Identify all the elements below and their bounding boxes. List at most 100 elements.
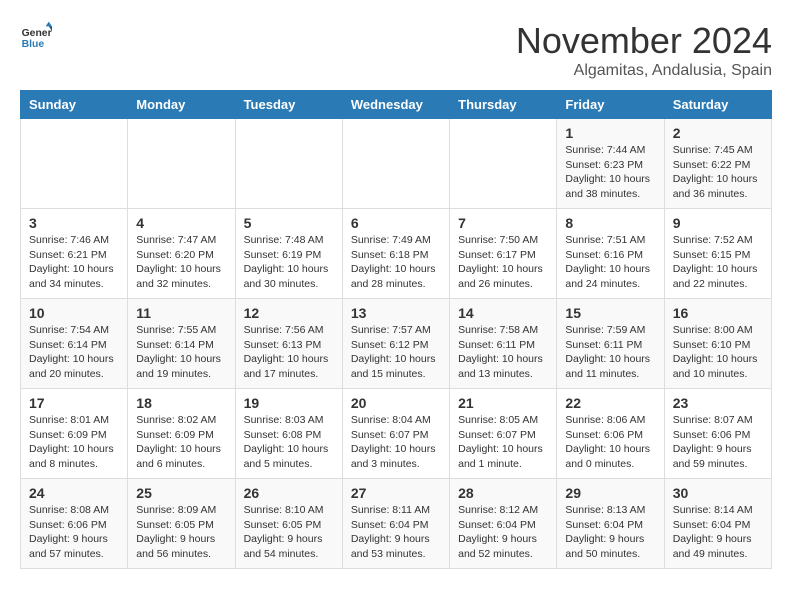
day-number: 19 (244, 395, 334, 411)
day-info: Sunrise: 7:52 AM Sunset: 6:15 PM Dayligh… (673, 233, 763, 292)
week-row-2: 3 Sunrise: 7:46 AM Sunset: 6:21 PM Daylig… (21, 209, 772, 299)
day-number: 14 (458, 305, 548, 321)
day-info: Sunrise: 7:48 AM Sunset: 6:19 PM Dayligh… (244, 233, 334, 292)
day-cell: 1 Sunrise: 7:44 AM Sunset: 6:23 PM Daylig… (557, 119, 664, 209)
day-info: Sunrise: 7:51 AM Sunset: 6:16 PM Dayligh… (565, 233, 655, 292)
day-number: 3 (29, 215, 119, 231)
header-sunday: Sunday (21, 91, 128, 119)
day-number: 21 (458, 395, 548, 411)
day-number: 26 (244, 485, 334, 501)
day-cell: 18Sunrise: 8:02 AM Sunset: 6:09 PM Dayli… (128, 389, 235, 479)
day-number: 17 (29, 395, 119, 411)
page-header: General Blue November 2024 Algamitas, An… (20, 20, 772, 80)
logo: General Blue (20, 20, 52, 52)
day-cell: 29 Sunrise: 8:13 AM Sunset: 6:04 PM Dayli… (557, 479, 664, 569)
day-number: 30 (673, 485, 763, 501)
day-cell (342, 119, 449, 209)
day-number: 9 (673, 215, 763, 231)
header-monday: Monday (128, 91, 235, 119)
header-saturday: Saturday (664, 91, 771, 119)
title-block: November 2024 Algamitas, Andalusia, Spai… (516, 20, 772, 80)
day-info: Sunrise: 7:54 AM Sunset: 6:14 PM Dayligh… (29, 323, 119, 382)
svg-text:General: General (22, 28, 52, 39)
day-cell: 14Sunrise: 7:58 AM Sunset: 6:11 PM Dayli… (450, 299, 557, 389)
day-number: 6 (351, 215, 441, 231)
day-number: 20 (351, 395, 441, 411)
day-info: Sunrise: 7:46 AM Sunset: 6:21 PM Dayligh… (29, 233, 119, 292)
day-cell: 22Sunrise: 8:06 AM Sunset: 6:06 PM Dayli… (557, 389, 664, 479)
day-cell: 8 Sunrise: 7:51 AM Sunset: 6:16 PM Daylig… (557, 209, 664, 299)
day-info: Sunrise: 8:00 AM Sunset: 6:10 PM Dayligh… (673, 323, 763, 382)
day-info: Sunrise: 7:49 AM Sunset: 6:18 PM Dayligh… (351, 233, 441, 292)
day-number: 25 (136, 485, 226, 501)
day-cell: 26 Sunrise: 8:10 AM Sunset: 6:05 PM Dayli… (235, 479, 342, 569)
day-cell: 11Sunrise: 7:55 AM Sunset: 6:14 PM Dayli… (128, 299, 235, 389)
day-cell: 19 Sunrise: 8:03 AM Sunset: 6:08 PM Dayli… (235, 389, 342, 479)
day-number: 7 (458, 215, 548, 231)
day-info: Sunrise: 8:05 AM Sunset: 6:07 PM Dayligh… (458, 413, 548, 472)
day-info: Sunrise: 7:50 AM Sunset: 6:17 PM Dayligh… (458, 233, 548, 292)
day-cell: 23Sunrise: 8:07 AM Sunset: 6:06 PM Dayli… (664, 389, 771, 479)
day-cell (128, 119, 235, 209)
day-info: Sunrise: 8:11 AM Sunset: 6:04 PM Dayligh… (351, 503, 441, 562)
day-info: Sunrise: 7:47 AM Sunset: 6:20 PM Dayligh… (136, 233, 226, 292)
day-info: Sunrise: 7:45 AM Sunset: 6:22 PM Dayligh… (673, 143, 763, 202)
day-cell: 3 Sunrise: 7:46 AM Sunset: 6:21 PM Daylig… (21, 209, 128, 299)
day-cell: 21 Sunrise: 8:05 AM Sunset: 6:07 PM Dayli… (450, 389, 557, 479)
day-info: Sunrise: 8:09 AM Sunset: 6:05 PM Dayligh… (136, 503, 226, 562)
day-cell: 4Sunrise: 7:47 AM Sunset: 6:20 PM Daylig… (128, 209, 235, 299)
day-cell: 16Sunrise: 8:00 AM Sunset: 6:10 PM Dayli… (664, 299, 771, 389)
month-title: November 2024 (516, 20, 772, 62)
logo-icon: General Blue (20, 20, 52, 52)
day-number: 15 (565, 305, 655, 321)
day-number: 2 (673, 125, 763, 141)
day-info: Sunrise: 7:56 AM Sunset: 6:13 PM Dayligh… (244, 323, 334, 382)
header-row: SundayMondayTuesdayWednesdayThursdayFrid… (21, 91, 772, 119)
day-info: Sunrise: 8:13 AM Sunset: 6:04 PM Dayligh… (565, 503, 655, 562)
day-cell: 24 Sunrise: 8:08 AM Sunset: 6:06 PM Dayli… (21, 479, 128, 569)
day-info: Sunrise: 8:03 AM Sunset: 6:08 PM Dayligh… (244, 413, 334, 472)
week-row-4: 17 Sunrise: 8:01 AM Sunset: 6:09 PM Dayli… (21, 389, 772, 479)
day-number: 5 (244, 215, 334, 231)
day-number: 28 (458, 485, 548, 501)
day-cell: 25 Sunrise: 8:09 AM Sunset: 6:05 PM Dayli… (128, 479, 235, 569)
day-cell: 15 Sunrise: 7:59 AM Sunset: 6:11 PM Dayli… (557, 299, 664, 389)
day-number: 24 (29, 485, 119, 501)
day-number: 11 (136, 305, 226, 321)
day-number: 8 (565, 215, 655, 231)
location-subtitle: Algamitas, Andalusia, Spain (516, 62, 772, 80)
day-info: Sunrise: 8:02 AM Sunset: 6:09 PM Dayligh… (136, 413, 226, 472)
header-wednesday: Wednesday (342, 91, 449, 119)
day-info: Sunrise: 8:04 AM Sunset: 6:07 PM Dayligh… (351, 413, 441, 472)
day-info: Sunrise: 8:08 AM Sunset: 6:06 PM Dayligh… (29, 503, 119, 562)
day-cell: 9 Sunrise: 7:52 AM Sunset: 6:15 PM Daylig… (664, 209, 771, 299)
day-cell: 27 Sunrise: 8:11 AM Sunset: 6:04 PM Dayli… (342, 479, 449, 569)
day-info: Sunrise: 8:12 AM Sunset: 6:04 PM Dayligh… (458, 503, 548, 562)
calendar-table: SundayMondayTuesdayWednesdayThursdayFrid… (20, 90, 772, 569)
svg-text:Blue: Blue (22, 39, 45, 50)
day-info: Sunrise: 7:44 AM Sunset: 6:23 PM Dayligh… (565, 143, 655, 202)
day-number: 1 (565, 125, 655, 141)
header-thursday: Thursday (450, 91, 557, 119)
day-cell: 30 Sunrise: 8:14 AM Sunset: 6:04 PM Dayli… (664, 479, 771, 569)
day-info: Sunrise: 7:57 AM Sunset: 6:12 PM Dayligh… (351, 323, 441, 382)
day-info: Sunrise: 8:06 AM Sunset: 6:06 PM Dayligh… (565, 413, 655, 472)
header-tuesday: Tuesday (235, 91, 342, 119)
day-info: Sunrise: 8:14 AM Sunset: 6:04 PM Dayligh… (673, 503, 763, 562)
day-cell: 6 Sunrise: 7:49 AM Sunset: 6:18 PM Daylig… (342, 209, 449, 299)
day-cell: 5 Sunrise: 7:48 AM Sunset: 6:19 PM Daylig… (235, 209, 342, 299)
day-cell (21, 119, 128, 209)
day-info: Sunrise: 7:59 AM Sunset: 6:11 PM Dayligh… (565, 323, 655, 382)
day-info: Sunrise: 8:01 AM Sunset: 6:09 PM Dayligh… (29, 413, 119, 472)
day-cell: 28 Sunrise: 8:12 AM Sunset: 6:04 PM Dayli… (450, 479, 557, 569)
day-cell (235, 119, 342, 209)
day-cell: 20 Sunrise: 8:04 AM Sunset: 6:07 PM Dayli… (342, 389, 449, 479)
day-info: Sunrise: 8:10 AM Sunset: 6:05 PM Dayligh… (244, 503, 334, 562)
day-number: 29 (565, 485, 655, 501)
day-number: 13 (351, 305, 441, 321)
day-number: 23 (673, 395, 763, 411)
day-number: 27 (351, 485, 441, 501)
day-cell: 17 Sunrise: 8:01 AM Sunset: 6:09 PM Dayli… (21, 389, 128, 479)
week-row-5: 24 Sunrise: 8:08 AM Sunset: 6:06 PM Dayli… (21, 479, 772, 569)
week-row-3: 10Sunrise: 7:54 AM Sunset: 6:14 PM Dayli… (21, 299, 772, 389)
